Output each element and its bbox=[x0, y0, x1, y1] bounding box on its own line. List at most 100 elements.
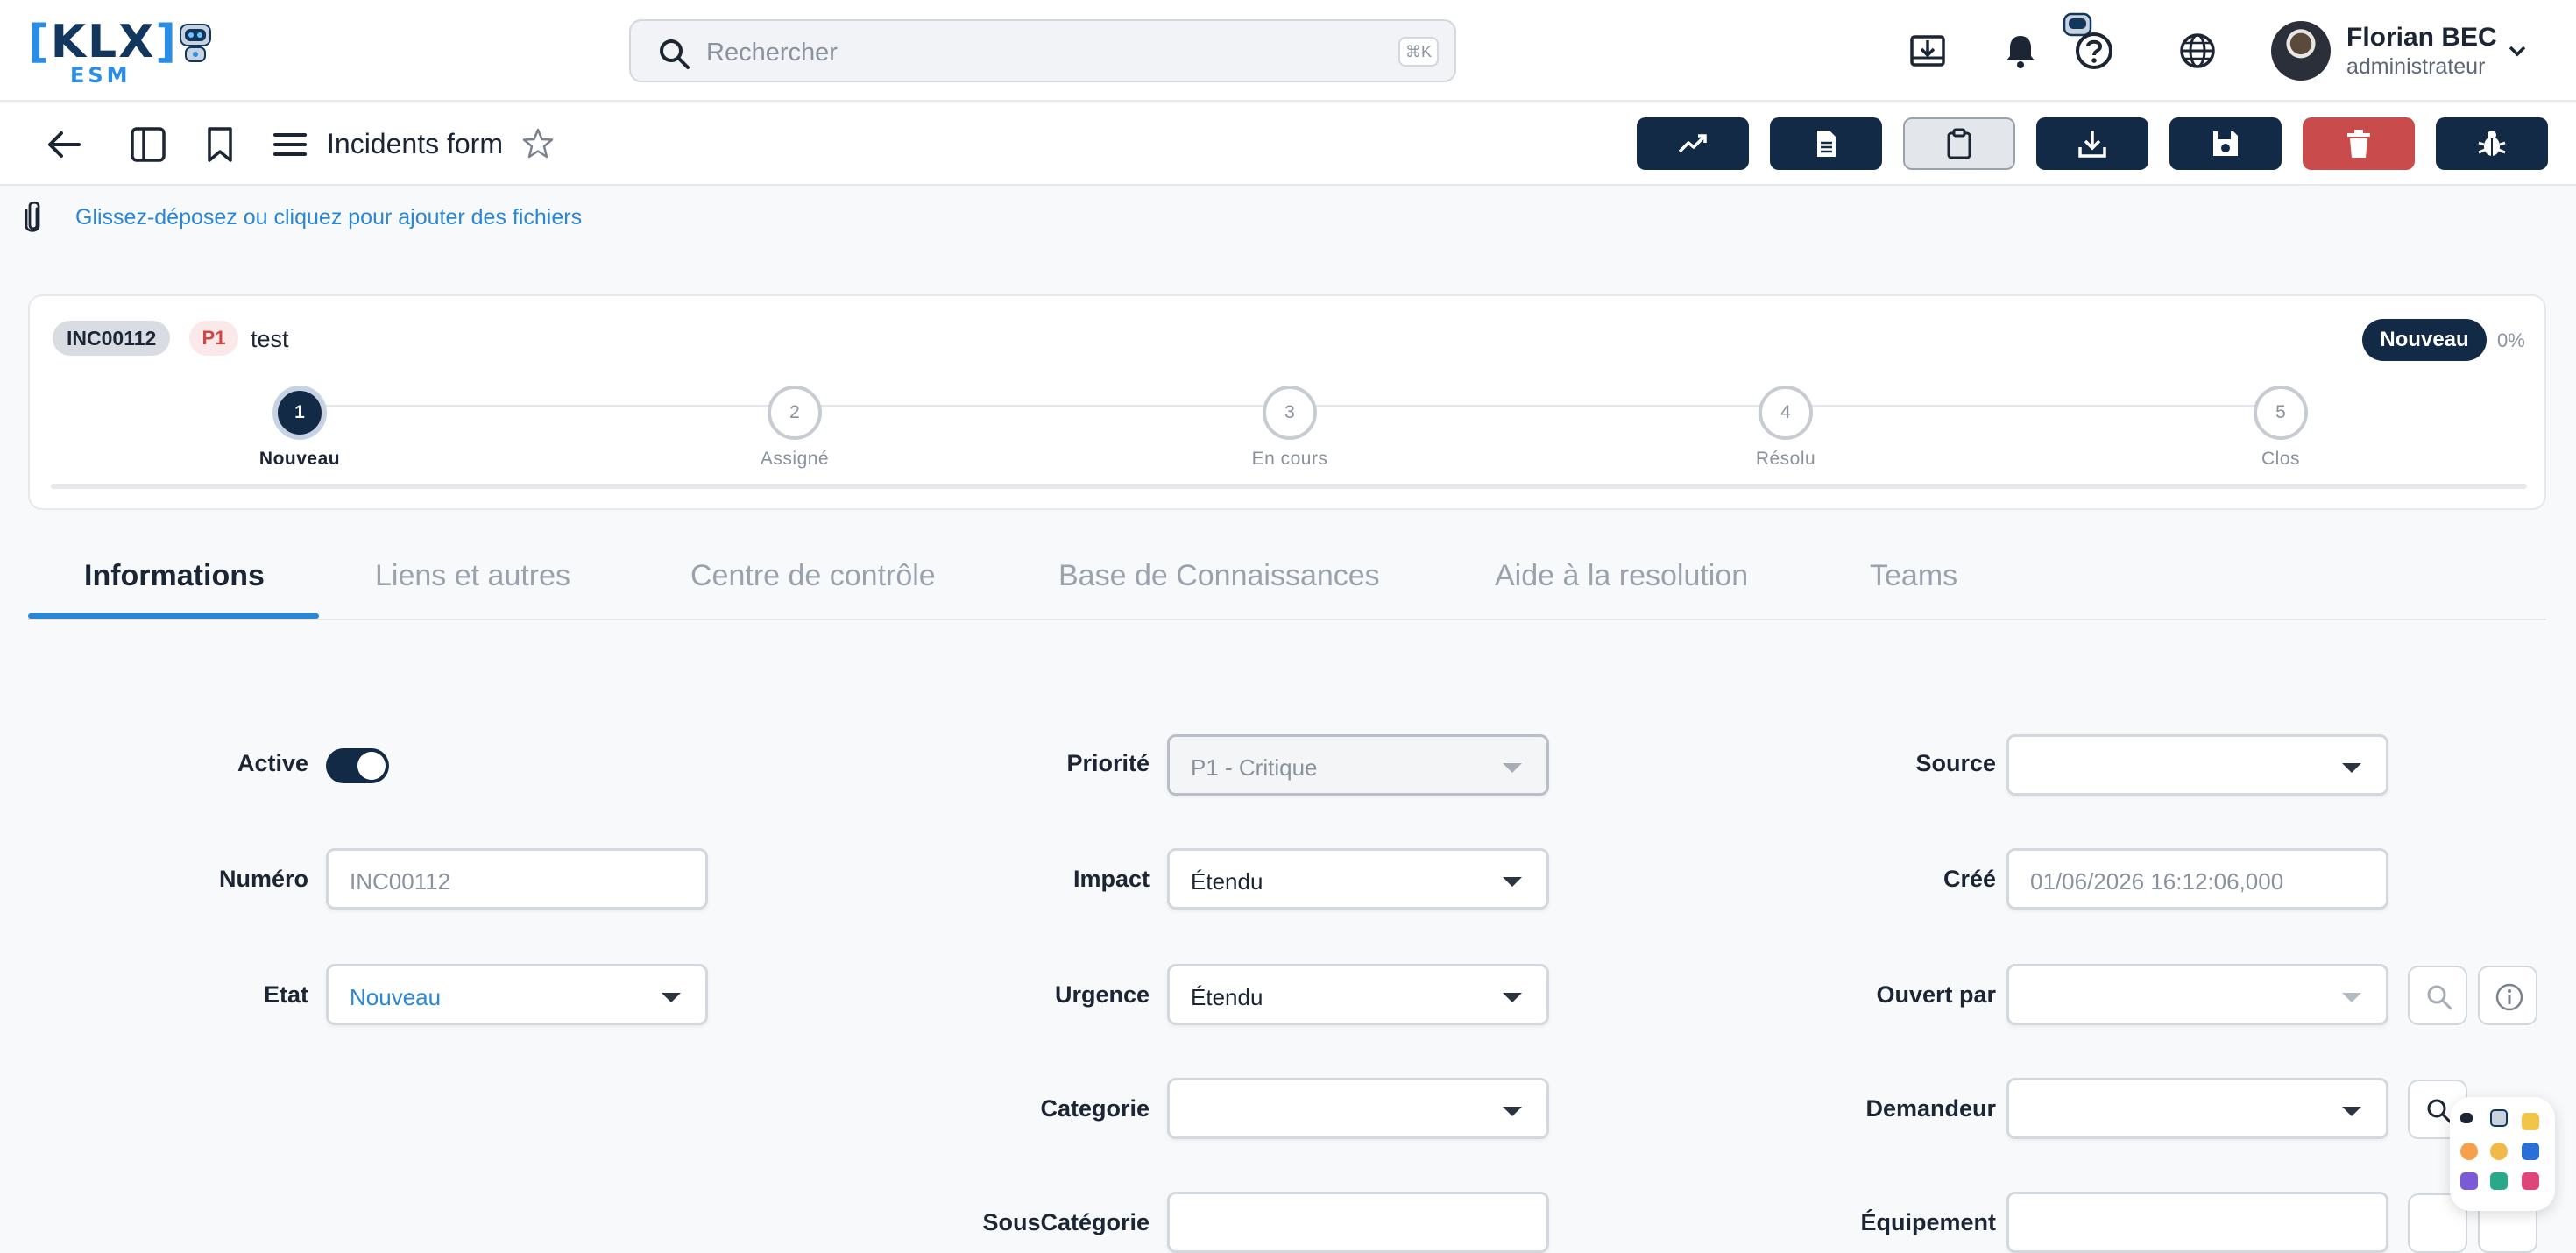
document-button[interactable] bbox=[1770, 117, 1882, 170]
avatar bbox=[2271, 21, 2331, 81]
step-clos[interactable]: 5 Clos bbox=[2193, 386, 2368, 470]
clipboard-button[interactable] bbox=[1903, 117, 2015, 170]
equipement-label: Équipement bbox=[1860, 1209, 1996, 1235]
demandeur-select[interactable] bbox=[2006, 1078, 2388, 1139]
globe-icon[interactable] bbox=[2178, 32, 2217, 70]
dropdown-caret-icon bbox=[2342, 763, 2361, 773]
cree-label: Créé bbox=[1943, 866, 1996, 892]
etat-select[interactable]: Nouveau bbox=[326, 964, 708, 1025]
equipement-select[interactable] bbox=[2006, 1192, 2388, 1253]
search-placeholder: Rechercher bbox=[706, 39, 838, 67]
search-icon bbox=[660, 39, 690, 69]
demandeur-label: Demandeur bbox=[1865, 1095, 1996, 1122]
download-button[interactable] bbox=[2036, 117, 2148, 170]
numero-field[interactable]: INC00112 bbox=[326, 848, 708, 910]
dropdown-caret-icon bbox=[1503, 1107, 1522, 1116]
bell-icon[interactable] bbox=[2001, 32, 2040, 70]
bookmark-icon[interactable] bbox=[200, 124, 240, 165]
help-assistant-icon[interactable] bbox=[2061, 11, 2127, 72]
urgence-select[interactable]: Étendu bbox=[1167, 964, 1549, 1025]
step-resolu[interactable]: 4 Résolu bbox=[1698, 386, 1873, 470]
list-icon bbox=[2460, 1172, 2478, 1190]
clock-icon bbox=[2490, 1143, 2508, 1160]
robot-mascot-icon bbox=[180, 24, 211, 62]
chat-icon bbox=[2460, 1113, 2473, 1123]
dropdown-caret-icon bbox=[2342, 993, 2361, 1002]
step-en-cours[interactable]: 3 En cours bbox=[1202, 386, 1377, 470]
numero-label: Numéro bbox=[218, 866, 308, 892]
ouvert-par-search-button[interactable] bbox=[2408, 966, 2467, 1025]
klx-esm-logo[interactable]: [KLX] ESM bbox=[28, 16, 212, 88]
ouvert-par-info-button[interactable] bbox=[2478, 966, 2537, 1025]
favorite-star-icon[interactable] bbox=[520, 126, 556, 161]
global-search[interactable]: Rechercher ⌘K bbox=[629, 19, 1456, 82]
save-button[interactable] bbox=[2169, 117, 2282, 170]
sidebar-toggle-icon[interactable] bbox=[128, 124, 168, 165]
bug-icon bbox=[2478, 131, 2506, 156]
ouvert-par-label: Ouvert par bbox=[1876, 981, 1996, 1008]
trend-button[interactable] bbox=[1637, 117, 1749, 170]
clipboard-icon bbox=[1947, 128, 1971, 159]
dropdown-caret-icon bbox=[1503, 763, 1522, 773]
record-summary-card: INC00112 P1 test Nouveau 0% 1 Nouveau 2 … bbox=[28, 294, 2546, 510]
app-header: [KLX] ESM Rechercher ⌘K Florian BEC admi… bbox=[0, 0, 2576, 102]
status-badge: Nouveau bbox=[2362, 319, 2487, 361]
record-number-badge: INC00112 bbox=[53, 321, 171, 356]
grid-icon bbox=[2490, 1172, 2508, 1190]
search-icon bbox=[2427, 985, 2452, 1010]
categorie-label: Categorie bbox=[1040, 1095, 1150, 1122]
page-title: Incidents form bbox=[327, 128, 503, 159]
robot-icon bbox=[2490, 1109, 2508, 1127]
source-select[interactable] bbox=[2006, 734, 2388, 796]
categorie-select[interactable] bbox=[1167, 1078, 1549, 1139]
priorite-select[interactable]: P1 - Critique bbox=[1167, 734, 1549, 796]
active-tab-indicator bbox=[28, 613, 319, 619]
calendar-icon bbox=[2522, 1172, 2539, 1190]
step-assigne[interactable]: 2 Assigné bbox=[707, 386, 882, 470]
download-tray-icon[interactable] bbox=[1908, 32, 1947, 70]
active-toggle[interactable] bbox=[326, 748, 389, 783]
tab-informations[interactable]: Informations bbox=[84, 559, 265, 593]
step-nouveau[interactable]: 1 Nouveau bbox=[212, 386, 387, 470]
delete-button[interactable] bbox=[2303, 117, 2415, 170]
impact-label: Impact bbox=[1072, 866, 1150, 892]
download-icon bbox=[2078, 131, 2106, 158]
tab-teams[interactable]: Teams bbox=[1870, 559, 1957, 593]
cree-field[interactable]: 01/06/2026 16:12:06,000 bbox=[2006, 848, 2388, 910]
tab-liens-et-autres[interactable]: Liens et autres bbox=[375, 559, 570, 593]
attachment-hint: Glissez-déposez ou cliquez pour ajouter … bbox=[75, 205, 583, 230]
souscategorie-select[interactable] bbox=[1167, 1192, 1549, 1253]
user-role: administrateur bbox=[2346, 54, 2486, 79]
priority-badge: P1 bbox=[189, 321, 238, 356]
chevron-down-icon bbox=[2509, 46, 2526, 57]
progress-percent: 0% bbox=[2497, 329, 2525, 351]
document-icon bbox=[1817, 131, 1836, 157]
souscategorie-label: SousCatégorie bbox=[982, 1209, 1150, 1235]
debug-button[interactable] bbox=[2436, 117, 2548, 170]
trend-up-icon bbox=[1678, 134, 1707, 153]
paperclip-icon bbox=[25, 201, 40, 232]
dropdown-caret-icon bbox=[2342, 1107, 2361, 1116]
mail-icon bbox=[2522, 1113, 2539, 1130]
source-label: Source bbox=[1915, 750, 1996, 776]
user-menu[interactable]: Florian BEC administrateur bbox=[2271, 19, 2534, 82]
dropdown-caret-icon bbox=[662, 993, 681, 1002]
etat-label: Etat bbox=[263, 981, 308, 1008]
urgence-label: Urgence bbox=[1054, 981, 1150, 1008]
app-launcher-widget[interactable] bbox=[2450, 1097, 2555, 1211]
progress-bar bbox=[51, 484, 2527, 489]
impact-select[interactable]: Étendu bbox=[1167, 848, 1549, 910]
user-name: Florian BEC bbox=[2346, 23, 2497, 52]
tab-base-de-connaissances[interactable]: Base de Connaissances bbox=[1058, 559, 1380, 593]
tab-aide-a-la-resolution[interactable]: Aide à la resolution bbox=[1495, 559, 1748, 593]
priorite-label: Priorité bbox=[1066, 750, 1150, 776]
menu-icon[interactable] bbox=[270, 124, 310, 165]
dropdown-caret-icon bbox=[1503, 993, 1522, 1002]
trash-icon bbox=[2347, 130, 2370, 158]
form-toolbar: Incidents form bbox=[0, 103, 2576, 186]
ouvert-par-select[interactable] bbox=[2006, 964, 2388, 1025]
tab-centre-de-controle[interactable]: Centre de contrôle bbox=[690, 559, 936, 593]
search-shortcut-hint: ⌘K bbox=[1398, 37, 1439, 67]
record-title: test bbox=[251, 326, 289, 352]
back-arrow-icon[interactable] bbox=[44, 124, 84, 165]
